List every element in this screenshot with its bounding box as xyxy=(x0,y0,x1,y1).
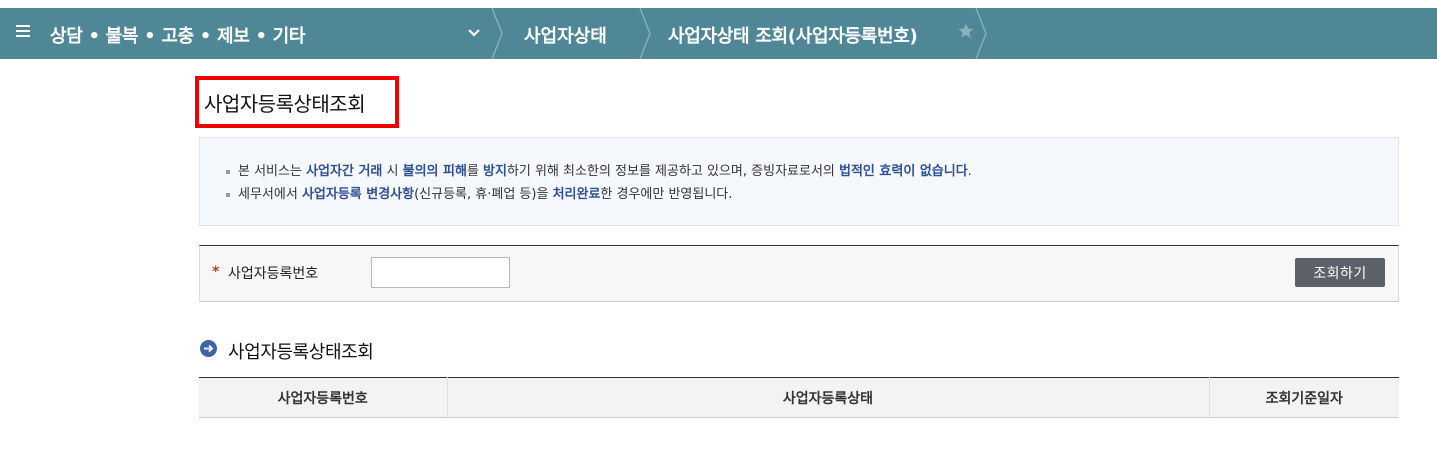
breadcrumb-separator-icon xyxy=(639,8,651,59)
result-section-title: 사업자등록상태조회 xyxy=(228,342,374,363)
hamburger-icon[interactable] xyxy=(16,25,30,39)
search-form: * 사업자등록번호 조회하기 xyxy=(199,245,1399,302)
result-table: 사업자등록번호 사업자등록상태 조회기준일자 xyxy=(199,377,1399,418)
chevron-down-icon[interactable] xyxy=(466,27,482,39)
notice-text: (신규등록, 휴·폐업 등)을 xyxy=(414,187,553,202)
table-header-row: 사업자등록번호 사업자등록상태 조회기준일자 xyxy=(199,377,1399,418)
notice-highlight-text: 방지 xyxy=(483,164,507,179)
notice-highlight-text: 사업자등록 변경사항 xyxy=(301,187,415,202)
notice-line-2: 세무서에서 사업자등록 변경사항(신규등록, 휴·폐업 등)을 처리완료한 경우… xyxy=(226,183,1398,206)
search-button[interactable]: 조회하기 xyxy=(1295,258,1385,287)
notice-text: 시 xyxy=(382,164,403,179)
business-number-label: 사업자등록번호 xyxy=(228,266,319,282)
notice-text: 본 서비스는 xyxy=(238,164,307,179)
column-header-business-status: 사업자등록상태 xyxy=(446,377,1209,418)
notice-text: 를 xyxy=(466,164,484,179)
notice-line-1: 본 서비스는 사업자간 거래 시 불의의 피해를 방지하기 위해 최소한의 정보… xyxy=(226,160,1398,183)
notice-text: 하기 위해 최소한의 정보를 제공하고 있으며, 증빙자료로서의 xyxy=(506,164,840,179)
notice-highlight-text: 법적인 효력이 없습니다 xyxy=(839,164,968,179)
notice-text: . xyxy=(967,164,972,179)
star-icon[interactable] xyxy=(957,22,975,40)
notice-highlight-text: 불의의 피해 xyxy=(402,164,467,179)
notice-highlight-text: 처리완료 xyxy=(552,187,601,202)
breadcrumb-separator-icon xyxy=(975,8,987,59)
nav-category[interactable]: 상담 • 불복 • 고충 • 제보 • 기타 xyxy=(50,22,305,48)
column-header-lookup-date: 조회기준일자 xyxy=(1208,377,1399,418)
notice-text: 한 경우에만 반영됩니다. xyxy=(600,187,733,202)
breadcrumb-separator-icon xyxy=(491,8,503,59)
breadcrumb-item-business-status-lookup[interactable]: 사업자상태 조회(사업자등록번호) xyxy=(668,22,918,48)
top-navigation-bar: 상담 • 불복 • 고충 • 제보 • 기타 사업자상태 사업자상태 조회(사업… xyxy=(0,8,1437,59)
notice-box: 본 서비스는 사업자간 거래 시 불의의 피해를 방지하기 위해 최소한의 정보… xyxy=(199,137,1399,226)
required-mark: * xyxy=(212,264,220,280)
page-title: 사업자등록상태조회 xyxy=(195,76,399,128)
notice-text: 세무서에서 xyxy=(238,187,302,202)
column-header-business-number: 사업자등록번호 xyxy=(199,377,447,418)
arrow-circle-icon xyxy=(200,340,217,357)
notice-highlight-text: 사업자간 거래 xyxy=(306,164,383,179)
business-number-input[interactable] xyxy=(371,257,510,288)
breadcrumb-item-business-status[interactable]: 사업자상태 xyxy=(524,22,607,48)
